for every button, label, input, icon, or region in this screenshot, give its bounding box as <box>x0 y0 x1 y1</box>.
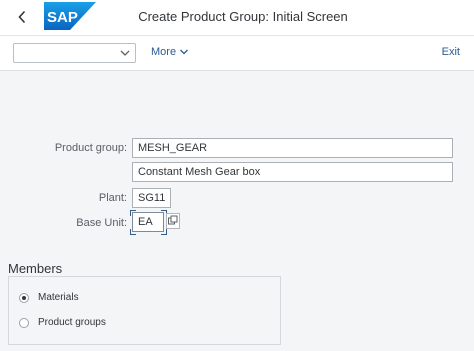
page-title: Create Product Group: Initial Screen <box>138 9 348 24</box>
plant-label: Plant: <box>98 192 127 204</box>
value-help-icon <box>168 215 178 225</box>
product-group-label: Product group: <box>54 142 127 154</box>
shell-header: SAP Create Product Group: Initial Screen <box>0 0 474 36</box>
members-group: Materials Product groups <box>8 276 281 345</box>
toolbar: More Exit <box>0 36 474 71</box>
more-button[interactable]: More <box>151 46 189 58</box>
radio-button[interactable] <box>19 317 29 328</box>
radio-materials[interactable]: Materials <box>19 292 79 303</box>
plant-input[interactable]: SG11 <box>132 188 171 208</box>
radio-product-groups-label: Product groups <box>38 317 106 328</box>
variant-dropdown[interactable] <box>13 43 136 63</box>
radio-materials-label: Materials <box>38 292 79 303</box>
base-unit-label: Base Unit: <box>76 217 127 229</box>
more-label: More <box>151 46 177 58</box>
chevron-down-icon <box>180 49 189 55</box>
base-unit-input[interactable]: EA <box>132 212 164 232</box>
value-help-button[interactable] <box>166 213 180 229</box>
radio-product-groups[interactable]: Product groups <box>19 317 106 328</box>
product-group-input[interactable]: MESH_GEAR <box>132 138 453 158</box>
radio-button-selected[interactable] <box>19 292 29 303</box>
members-title: Members <box>8 261 63 276</box>
focus-corner <box>130 210 136 216</box>
product-group-description-input[interactable]: Constant Mesh Gear box <box>132 162 453 182</box>
focus-corner <box>130 229 136 235</box>
chevron-down-icon <box>120 50 130 56</box>
exit-button[interactable]: Exit <box>442 46 460 58</box>
